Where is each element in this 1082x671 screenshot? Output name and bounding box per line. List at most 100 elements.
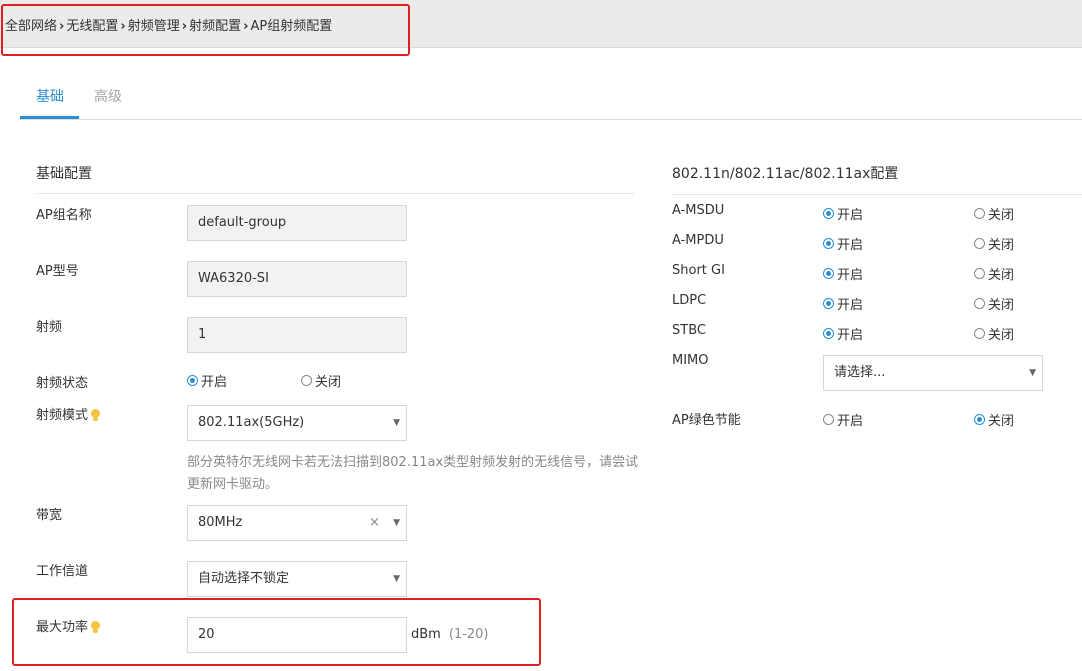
divider [672, 194, 1082, 195]
short-gi-label: Short GI [672, 263, 725, 278]
green-energy-off-label: 关闭 [988, 414, 1015, 429]
amsdu-label: A-MSDU [672, 203, 725, 218]
caret-down-icon: ▼ [393, 418, 400, 428]
radio-unselected-icon [823, 414, 834, 425]
ap-model-label: AP型号 [36, 264, 79, 279]
green-energy-on[interactable]: 开启 [823, 410, 863, 429]
breadcrumb-item-radio-config[interactable]: 射频配置 [189, 19, 241, 34]
ap-group-name-label: AP组名称 [36, 208, 92, 223]
radio-mode-hint: 部分英特尔无线网卡若无法扫描到802.11ax类型射频发射的无线信号，请尝试更新… [187, 455, 639, 492]
breadcrumb-item-all-network[interactable]: 全部网络 [5, 19, 57, 34]
chevron-right-icon: › [243, 19, 249, 34]
radio-unselected-icon [974, 328, 985, 339]
amsdu-on[interactable]: 开启 [823, 204, 863, 223]
radio-selected-icon [823, 268, 834, 279]
bandwidth-select[interactable]: 80MHz × ▼ [187, 505, 407, 541]
mimo-select[interactable]: 请选择... ▼ [823, 355, 1043, 391]
radio-unselected-icon [974, 208, 985, 219]
max-power-input[interactable]: 20 [187, 617, 407, 653]
amsdu-off-label: 关闭 [988, 208, 1015, 223]
breadcrumb-item-radio-mgmt[interactable]: 射频管理 [128, 19, 180, 34]
clear-icon[interactable]: × [369, 506, 380, 540]
ampdu-off[interactable]: 关闭 [974, 234, 1014, 253]
radio-unselected-icon [974, 268, 985, 279]
bandwidth-value: 80MHz [198, 515, 243, 530]
stbc-label: STBC [672, 323, 706, 338]
channel-label: 工作信道 [36, 564, 89, 579]
basic-config-title: 基础配置 [36, 166, 92, 182]
ampdu-off-label: 关闭 [988, 238, 1015, 253]
radio-status-on[interactable]: 开启 [187, 371, 227, 390]
chevron-right-icon: › [181, 19, 188, 34]
lightbulb-icon[interactable] [91, 408, 101, 423]
amsdu-on-label: 开启 [837, 208, 864, 223]
radio-selected-icon [823, 328, 834, 339]
amsdu-off[interactable]: 关闭 [974, 204, 1014, 223]
green-energy-label: AP绿色节能 [672, 413, 741, 428]
max-power-unit-text: dBm [411, 627, 441, 642]
radio-unselected-icon [974, 238, 985, 249]
top-bar: 全部网络 › 无线配置 › 射频管理 › 射频配置 › AP组射频配置 [0, 0, 1082, 48]
ldpc-off-label: 关闭 [988, 298, 1015, 313]
radio-mode-label: 射频模式 [36, 404, 101, 423]
mimo-placeholder: 请选择... [834, 365, 886, 380]
ampdu-on-label: 开启 [837, 238, 864, 253]
radio-selected-icon [823, 298, 834, 309]
divider [36, 193, 634, 194]
caret-down-icon: ▼ [393, 574, 400, 584]
radio-selected-icon [974, 414, 985, 425]
ldpc-on-label: 开启 [837, 298, 864, 313]
chevron-right-icon: › [59, 19, 65, 34]
short-gi-on-label: 开启 [837, 268, 864, 283]
caret-down-icon: ▼ [393, 518, 400, 528]
stbc-off-label: 关闭 [988, 328, 1015, 343]
lightbulb-icon[interactable] [91, 620, 101, 635]
radio-status-on-label: 开启 [201, 375, 228, 390]
max-power-range: (1-20) [448, 627, 489, 642]
ldpc-on[interactable]: 开启 [823, 294, 863, 313]
breadcrumb-item-current: AP组射频配置 [250, 19, 333, 34]
radio-mode-label-text: 射频模式 [36, 408, 89, 423]
ldpc-label: LDPC [672, 293, 707, 308]
bandwidth-label: 带宽 [36, 508, 63, 523]
green-energy-on-label: 开启 [837, 414, 864, 429]
short-gi-off-label: 关闭 [988, 268, 1015, 283]
ampdu-on[interactable]: 开启 [823, 234, 863, 253]
radio-selected-icon [823, 208, 834, 219]
mimo-label: MIMO [672, 353, 709, 368]
max-power-label: 最大功率 [36, 616, 101, 635]
radio-selected-icon [823, 238, 834, 249]
short-gi-off[interactable]: 关闭 [974, 264, 1014, 283]
max-power-label-text: 最大功率 [36, 620, 89, 635]
tab-advanced[interactable]: 高级 [94, 86, 122, 106]
advanced-config-title: 802.11n/802.11ac/802.11ax配置 [672, 166, 899, 182]
caret-down-icon: ▼ [1029, 368, 1036, 378]
radio-status-off[interactable]: 关闭 [301, 371, 341, 390]
channel-value: 自动选择不锁定 [198, 571, 290, 586]
ampdu-label: A-MPDU [672, 233, 724, 248]
ldpc-off[interactable]: 关闭 [974, 294, 1014, 313]
radio-label: 射频 [36, 320, 63, 335]
radio-selected-icon [187, 375, 198, 386]
tab-bar: 基础 高级 [20, 82, 1082, 120]
breadcrumb-item-wireless[interactable]: 无线配置 [66, 19, 118, 34]
radio-field: 1 [187, 317, 407, 353]
tab-basic[interactable]: 基础 [36, 86, 64, 106]
radio-mode-select[interactable]: 802.11ax(5GHz) ▼ [187, 405, 407, 441]
tab-active-indicator [20, 116, 79, 119]
ap-model-field: WA6320-SI [187, 261, 407, 297]
max-power-unit: dBm (1-20) [411, 627, 489, 642]
stbc-on[interactable]: 开启 [823, 324, 863, 343]
chevron-right-icon: › [120, 19, 126, 34]
radio-unselected-icon [301, 375, 312, 386]
green-energy-off[interactable]: 关闭 [974, 410, 1014, 429]
ap-group-name-field: default-group [187, 205, 407, 241]
channel-select[interactable]: 自动选择不锁定 ▼ [187, 561, 407, 597]
radio-status-off-label: 关闭 [315, 375, 342, 390]
stbc-off[interactable]: 关闭 [974, 324, 1014, 343]
short-gi-on[interactable]: 开启 [823, 264, 863, 283]
stbc-on-label: 开启 [837, 328, 864, 343]
radio-mode-value: 802.11ax(5GHz) [198, 415, 305, 430]
breadcrumb: 全部网络 › 无线配置 › 射频管理 › 射频配置 › AP组射频配置 [5, 15, 332, 34]
radio-unselected-icon [974, 298, 985, 309]
